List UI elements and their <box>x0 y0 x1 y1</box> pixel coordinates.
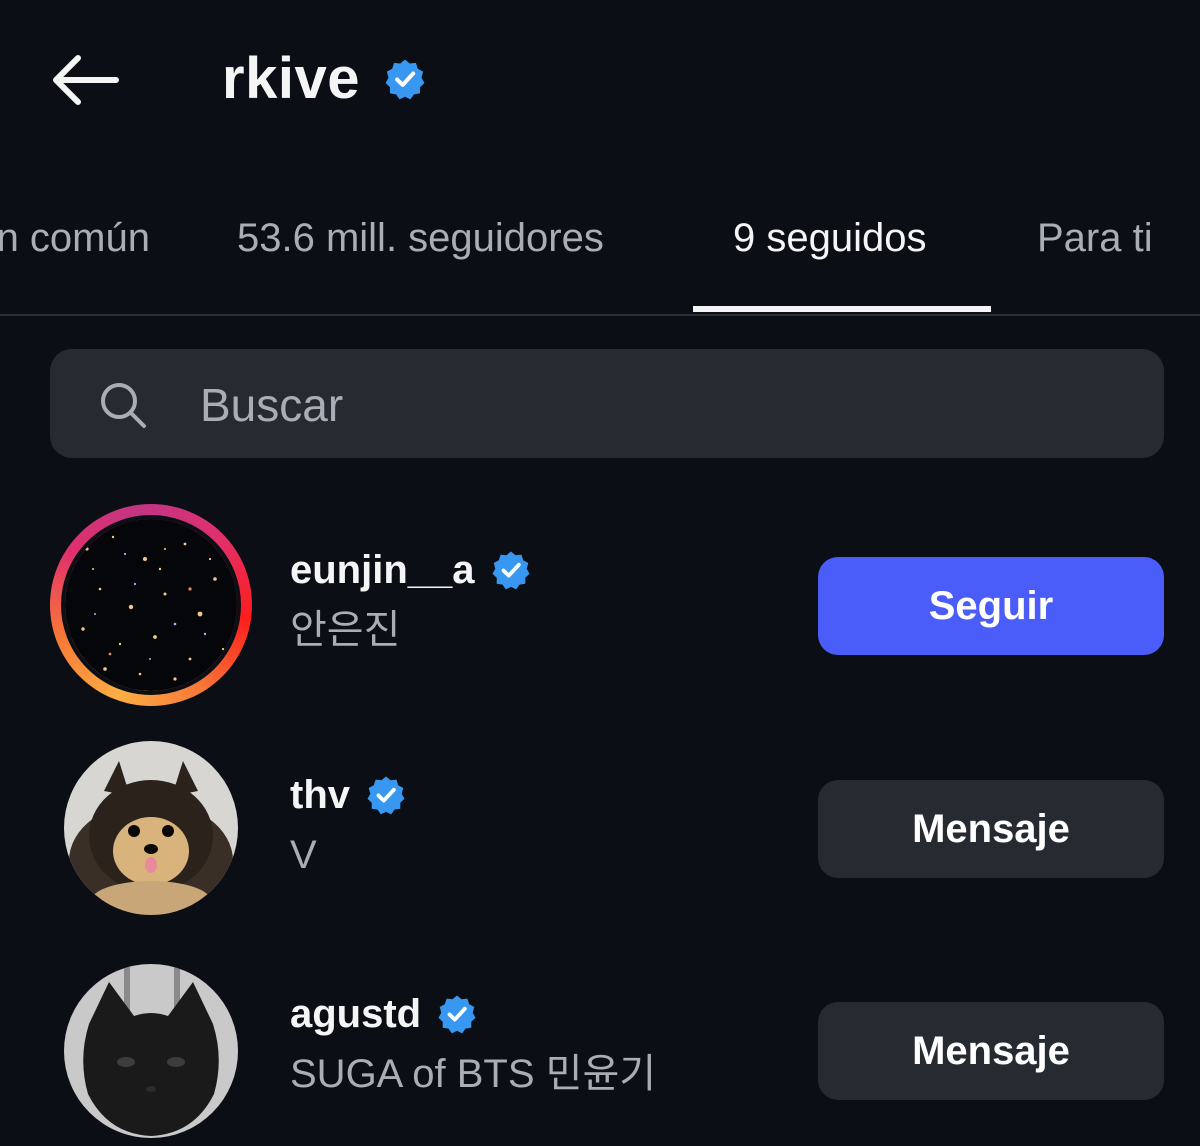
avatar-wrapper[interactable] <box>50 727 252 929</box>
full-name: 안은진 <box>290 608 401 652</box>
verified-badge-icon <box>384 58 426 100</box>
follow-tabs: en común 53.6 mill. seguidores 9 seguido… <box>0 190 1200 316</box>
black-cat-image <box>64 964 238 1138</box>
username[interactable]: agustd <box>290 986 421 1042</box>
back-button[interactable] <box>46 48 126 112</box>
tab-followers[interactable]: 53.6 mill. seguidores <box>237 208 604 268</box>
list-item[interactable]: eunjin__a 안은진 Seguir <box>0 504 1200 708</box>
message-button[interactable]: Mensaje <box>818 1002 1164 1100</box>
active-tab-indicator <box>693 306 991 312</box>
avatar-with-story-ring[interactable] <box>50 504 252 706</box>
avatar <box>64 964 238 1138</box>
galaxy-field-image <box>65 519 237 691</box>
full-name: SUGA of BTS 민윤기 <box>290 1052 657 1096</box>
verified-badge-icon <box>437 994 477 1034</box>
verified-badge-icon <box>491 550 531 590</box>
avatar <box>61 515 241 695</box>
tab-mutual[interactable]: en común <box>0 208 150 268</box>
pomeranian-dog-image <box>64 741 238 915</box>
full-name: V <box>290 833 317 877</box>
top-bar: rkive <box>0 0 1200 160</box>
profile-username-title: rkive <box>222 46 360 111</box>
username[interactable]: eunjin__a <box>290 542 475 598</box>
username[interactable]: thv <box>290 767 350 823</box>
verified-badge-icon <box>366 775 406 815</box>
tab-for-you[interactable]: Para ti <box>1037 208 1153 268</box>
list-item[interactable]: thv V Mensaje <box>0 727 1200 931</box>
list-item[interactable]: agustd SUGA of BTS 민윤기 Mensaje <box>0 950 1200 1146</box>
search-input[interactable] <box>198 372 1102 438</box>
following-list-screen: rkive en común 53.6 mill. seguidores 9 s… <box>0 0 1200 1146</box>
profile-title-group: rkive <box>222 44 426 114</box>
tab-following[interactable]: 9 seguidos <box>733 208 926 268</box>
arrow-left-icon <box>53 55 119 105</box>
follow-button[interactable]: Seguir <box>818 557 1164 655</box>
user-info[interactable]: eunjin__a 안은진 <box>290 542 531 658</box>
avatar <box>64 741 238 915</box>
message-button[interactable]: Mensaje <box>818 780 1164 878</box>
user-info[interactable]: agustd SUGA of BTS 민윤기 <box>290 986 656 1102</box>
search-icon <box>101 383 146 428</box>
user-info[interactable]: thv V <box>290 767 406 883</box>
avatar-wrapper[interactable] <box>50 950 252 1146</box>
